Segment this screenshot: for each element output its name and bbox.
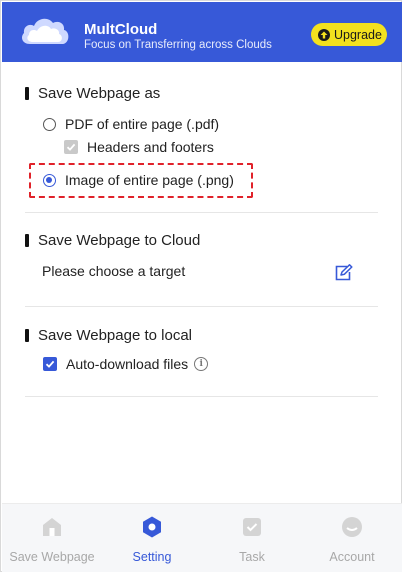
settings-icon	[143, 516, 161, 538]
option-png[interactable]: Image of entire page (.png)	[43, 172, 234, 188]
section-save-as-title: Save Webpage as	[25, 85, 160, 102]
section-cloud-title: Save Webpage to Cloud	[25, 232, 200, 249]
app-tagline: Focus on Transferring across Clouds	[84, 39, 272, 51]
section-local-label: Save Webpage to local	[38, 327, 192, 344]
nav-label-setting: Setting	[132, 550, 172, 564]
radio-png[interactable]	[43, 173, 56, 187]
choose-target-text[interactable]: Please choose a target	[42, 263, 185, 279]
option-pdf-label: PDF of entire page (.pdf)	[65, 116, 220, 132]
cloud-logo-icon	[22, 18, 69, 44]
account-icon	[342, 517, 362, 537]
divider	[25, 396, 378, 397]
nav-label-task: Task	[239, 550, 265, 564]
option-auto-download[interactable]: Auto-download files i	[43, 356, 209, 372]
divider	[25, 306, 378, 307]
edit-icon[interactable]	[334, 264, 354, 282]
nav-label-save-webpage: Save Webpage	[9, 550, 95, 564]
check-icon	[45, 360, 55, 368]
nav-item-account[interactable]: Account	[302, 504, 402, 572]
checkbox-headers-footers[interactable]	[64, 140, 78, 154]
popup-window: MultCloud Focus on Transferring across C…	[0, 0, 402, 572]
option-pdf[interactable]: PDF of entire page (.pdf)	[43, 116, 219, 132]
bottom-nav: Save Webpage Setting Task Account	[2, 503, 402, 572]
task-icon	[243, 518, 261, 536]
app-title: MultCloud	[84, 21, 158, 38]
info-icon[interactable]: i	[194, 357, 209, 371]
nav-item-setting[interactable]: Setting	[102, 504, 202, 572]
upgrade-label: Upgrade	[334, 27, 382, 42]
section-local-title: Save Webpage to local	[25, 327, 192, 344]
option-headers-footers[interactable]: Headers and footers	[64, 139, 214, 155]
auto-download-label: Auto-download files	[66, 356, 189, 372]
nav-item-save-webpage[interactable]: Save Webpage	[2, 504, 102, 572]
check-icon	[66, 143, 76, 151]
header-bar: MultCloud Focus on Transferring across C…	[2, 2, 402, 62]
section-save-as-label: Save Webpage as	[38, 85, 161, 102]
divider	[25, 212, 378, 213]
section-cloud-label: Save Webpage to Cloud	[38, 232, 201, 249]
section-marker	[25, 234, 29, 247]
upgrade-arrow-icon	[318, 28, 330, 41]
option-headers-footers-label: Headers and footers	[87, 139, 214, 155]
section-marker	[25, 329, 29, 342]
upgrade-button[interactable]: Upgrade	[311, 23, 387, 46]
nav-item-task[interactable]: Task	[202, 504, 302, 572]
option-png-label: Image of entire page (.png)	[65, 172, 234, 188]
nav-label-account: Account	[329, 550, 375, 564]
section-marker	[25, 87, 29, 100]
checkbox-auto-download[interactable]	[43, 357, 57, 371]
radio-pdf[interactable]	[43, 117, 56, 131]
home-icon	[43, 518, 61, 536]
